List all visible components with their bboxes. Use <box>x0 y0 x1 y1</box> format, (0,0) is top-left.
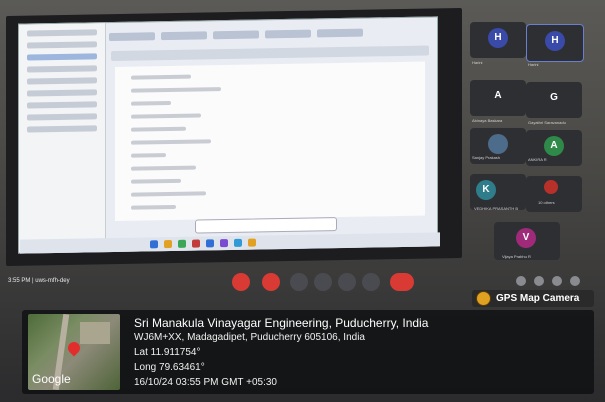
info-icon[interactable] <box>516 276 526 286</box>
participant-tile: A <box>470 80 526 116</box>
participant-tile: H <box>526 24 584 62</box>
avatar: V <box>516 228 536 248</box>
more-options-button[interactable] <box>362 273 380 291</box>
longitude: Long 79.63461° <box>134 362 205 373</box>
avatar: K <box>476 180 496 200</box>
people-icon[interactable] <box>534 276 544 286</box>
location-map: Google <box>28 314 120 390</box>
camera-icon <box>476 291 491 306</box>
participant-tile: K <box>470 174 526 210</box>
mic-off-button[interactable] <box>232 273 250 291</box>
avatar: G <box>550 92 558 103</box>
datetime: 16/10/24 03:55 PM GMT +05:30 <box>134 377 277 388</box>
gps-camera-badge: GPS Map Camera <box>472 290 594 307</box>
app-sidebar <box>19 23 106 253</box>
avatar: A <box>544 136 564 156</box>
avatar: H <box>488 28 508 48</box>
map-brand: Google <box>32 372 71 386</box>
participant-name: Vijaya Prabhu R <box>502 254 531 259</box>
participant-name: 10 others <box>538 200 555 205</box>
reactions-button[interactable] <box>314 273 332 291</box>
meeting-time-label: 3:55 PM | uws-mfh-dey <box>8 278 70 284</box>
profile-photo-icon <box>488 134 508 154</box>
participant-tile <box>526 176 582 212</box>
app-tabs <box>109 23 431 45</box>
others-avatars-icon <box>544 180 558 194</box>
notification-popup <box>195 217 337 234</box>
participant-name: ANKIRA R <box>528 157 547 162</box>
participant-name: Harini <box>528 62 539 67</box>
latitude: Lat 11.911754° <box>134 347 201 358</box>
participant-name: Gayathri Saravanadu <box>528 120 566 125</box>
participant-name: Sanjay Prakash <box>472 155 501 160</box>
participant-name: Abinaya Baskara <box>472 118 503 123</box>
participant-name: VEDHIKA PRASANTH B <box>474 206 519 211</box>
gps-badge-label: GPS Map Camera <box>496 293 580 304</box>
activities-icon[interactable] <box>570 276 580 286</box>
captions-button[interactable] <box>290 273 308 291</box>
avatar: A <box>494 90 502 101</box>
code-editor <box>115 61 425 221</box>
participant-name: Harini <box>472 60 483 65</box>
shared-app-window <box>18 16 438 254</box>
avatar: H <box>545 31 565 51</box>
chat-icon[interactable] <box>552 276 562 286</box>
app-toolbar <box>111 45 429 62</box>
address: WJ6M+XX, Madagadipet, Puducherry 605106,… <box>134 332 365 343</box>
present-button[interactable] <box>338 273 356 291</box>
gps-info-card: Google Sri Manakula Vinayagar Engineerin… <box>22 310 594 394</box>
participant-tile: G <box>526 82 582 118</box>
participant-tile: H <box>470 22 526 58</box>
leave-call-button[interactable] <box>390 273 414 291</box>
place-name: Sri Manakula Vinayagar Engineering, Pudu… <box>134 316 429 330</box>
camera-off-button[interactable] <box>262 273 280 291</box>
